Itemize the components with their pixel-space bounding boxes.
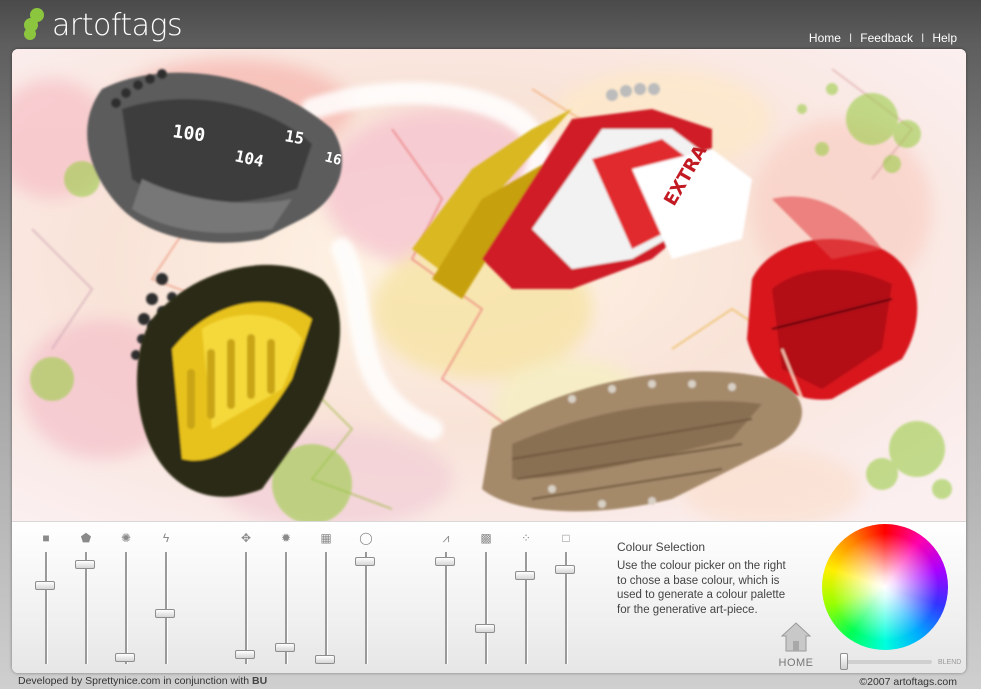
blend-label: BLEND: [938, 659, 962, 666]
slider-star[interactable]: ✹: [274, 530, 298, 668]
blend-slider-thumb[interactable]: [840, 653, 848, 670]
slider-square[interactable]: ■: [34, 530, 58, 668]
slider-splat[interactable]: ✥: [234, 530, 258, 668]
slider-thumb[interactable]: [555, 565, 575, 575]
burst-icon: ✺: [120, 531, 132, 545]
slider-thumb[interactable]: [35, 580, 55, 590]
square-icon: ■: [42, 531, 50, 545]
slider-thumb[interactable]: [75, 560, 95, 570]
star-icon: ✹: [280, 531, 292, 545]
circle-icon: ◯: [359, 531, 373, 545]
slider-thumb[interactable]: [515, 570, 535, 580]
logo-text: artoftags: [52, 7, 183, 43]
slider-thumb[interactable]: [235, 649, 255, 659]
texture-icon: ▩: [480, 531, 492, 545]
slider-thumb[interactable]: [275, 642, 295, 652]
home-button[interactable]: HOME: [776, 620, 816, 672]
slider-grid[interactable]: ▦: [314, 530, 338, 668]
slider-thumb[interactable]: [355, 557, 375, 567]
slider-thumb[interactable]: [115, 652, 135, 662]
slider-track[interactable]: [325, 552, 328, 664]
tag-label-15: 15: [283, 126, 305, 148]
home-label: HOME: [778, 657, 814, 669]
nav-feedback-link[interactable]: Feedback: [860, 31, 913, 45]
app-frame: 100 15 104 16 EXTRA ■ ⬟ ✺ ϟ ✥ ✹ ▦ ◯ ⩘ ▩ …: [12, 49, 966, 673]
slider-burst[interactable]: ✺: [114, 530, 138, 668]
slider-track[interactable]: [45, 552, 48, 664]
slider-track[interactable]: [445, 552, 448, 664]
stroke-icon: ⩘: [442, 530, 450, 545]
tag-label-100: 100: [171, 121, 206, 146]
slider-track[interactable]: [245, 552, 248, 664]
splat-icon: ✥: [240, 531, 252, 545]
colour-selection-title: Colour Selection: [617, 540, 706, 554]
zigzag-icon: ϟ: [162, 531, 170, 545]
slider-outline-square[interactable]: □: [554, 530, 578, 668]
slider-thumb[interactable]: [155, 608, 175, 618]
slider-dots[interactable]: ⁘: [514, 530, 538, 668]
slider-track[interactable]: [485, 552, 488, 664]
colour-picker-wheel[interactable]: [822, 524, 948, 650]
nav-home-link[interactable]: Home: [809, 31, 841, 45]
footer-copyright: ©2007 artoftags.com: [859, 676, 957, 688]
nav-separator: I: [848, 31, 853, 45]
slider-zigzag[interactable]: ϟ: [154, 530, 178, 668]
pentagon-icon: ⬟: [80, 531, 92, 545]
logo-mark-icon: [22, 8, 48, 42]
slider-stroke[interactable]: ⩘: [434, 530, 458, 668]
footer-partner-logo[interactable]: BU: [252, 675, 267, 687]
slider-thumb[interactable]: [315, 655, 335, 664]
top-nav: Home I Feedback I Help: [809, 31, 957, 45]
slider-texture[interactable]: ▩: [474, 530, 498, 668]
nav-help-link[interactable]: Help: [932, 31, 957, 45]
slider-thumb[interactable]: [435, 557, 455, 567]
footer-credits: Developed by Sprettynice.com in conjunct…: [18, 675, 267, 687]
blend-slider-track[interactable]: [840, 660, 932, 664]
slider-track[interactable]: [525, 552, 528, 664]
slider-thumb[interactable]: [475, 624, 495, 634]
art-canvas[interactable]: 100 15 104 16 EXTRA: [12, 49, 966, 521]
colour-selection-text: Use the colour picker on the right to ch…: [617, 560, 786, 616]
control-panel: ■ ⬟ ✺ ϟ ✥ ✹ ▦ ◯ ⩘ ▩ ⁘ □ Colour Selection Use the co…: [12, 521, 966, 673]
slider-track[interactable]: [365, 552, 368, 664]
slider-track[interactable]: [125, 552, 128, 664]
home-icon: [780, 622, 812, 652]
logo[interactable]: artoftags: [22, 6, 183, 44]
dots-icon: ⁘: [520, 531, 532, 545]
nav-separator: I: [920, 31, 925, 45]
grid-icon: ▦: [320, 531, 332, 545]
outline-square-icon: □: [562, 531, 570, 545]
footer-developed-text: Developed by Sprettynice.com in conjunct…: [18, 675, 250, 687]
slider-circle[interactable]: ◯: [354, 530, 378, 668]
slider-pentagon[interactable]: ⬟: [74, 530, 98, 668]
